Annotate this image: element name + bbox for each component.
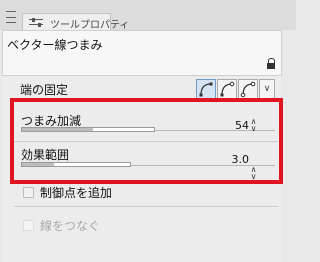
tool-header: ベクター線つまみ	[2, 30, 282, 76]
free-ends-button[interactable]	[238, 79, 258, 99]
free-ends-icon	[240, 81, 256, 98]
connect-lines-checkbox[interactable]	[23, 220, 34, 231]
pin-end-selector: ∨	[196, 79, 276, 100]
chevron-down-icon[interactable]: ∨	[259, 79, 275, 99]
lock-icon[interactable]	[267, 58, 275, 69]
tool-name: ベクター線つまみ	[7, 38, 103, 52]
tool-property-icon	[29, 17, 43, 27]
menu-icon[interactable]	[6, 11, 16, 23]
connect-lines-label: 線をつなぐ	[40, 219, 101, 233]
pin-one-end-icon	[220, 81, 235, 97]
add-control-point-label[interactable]: 制御点を追加	[40, 184, 112, 201]
add-control-point-checkbox[interactable]	[23, 187, 34, 198]
pin-both-ends-button[interactable]	[196, 79, 216, 99]
tab-label: ツールプロパティ	[50, 20, 130, 31]
highlight-box	[10, 98, 283, 184]
tab-tool-property[interactable]: ツールプロパティ	[22, 13, 129, 31]
pin-one-end-button[interactable]	[217, 79, 237, 99]
pin-end-label: 端の固定	[20, 83, 69, 97]
pin-both-ends-icon	[199, 82, 213, 97]
row-divider	[14, 206, 278, 207]
